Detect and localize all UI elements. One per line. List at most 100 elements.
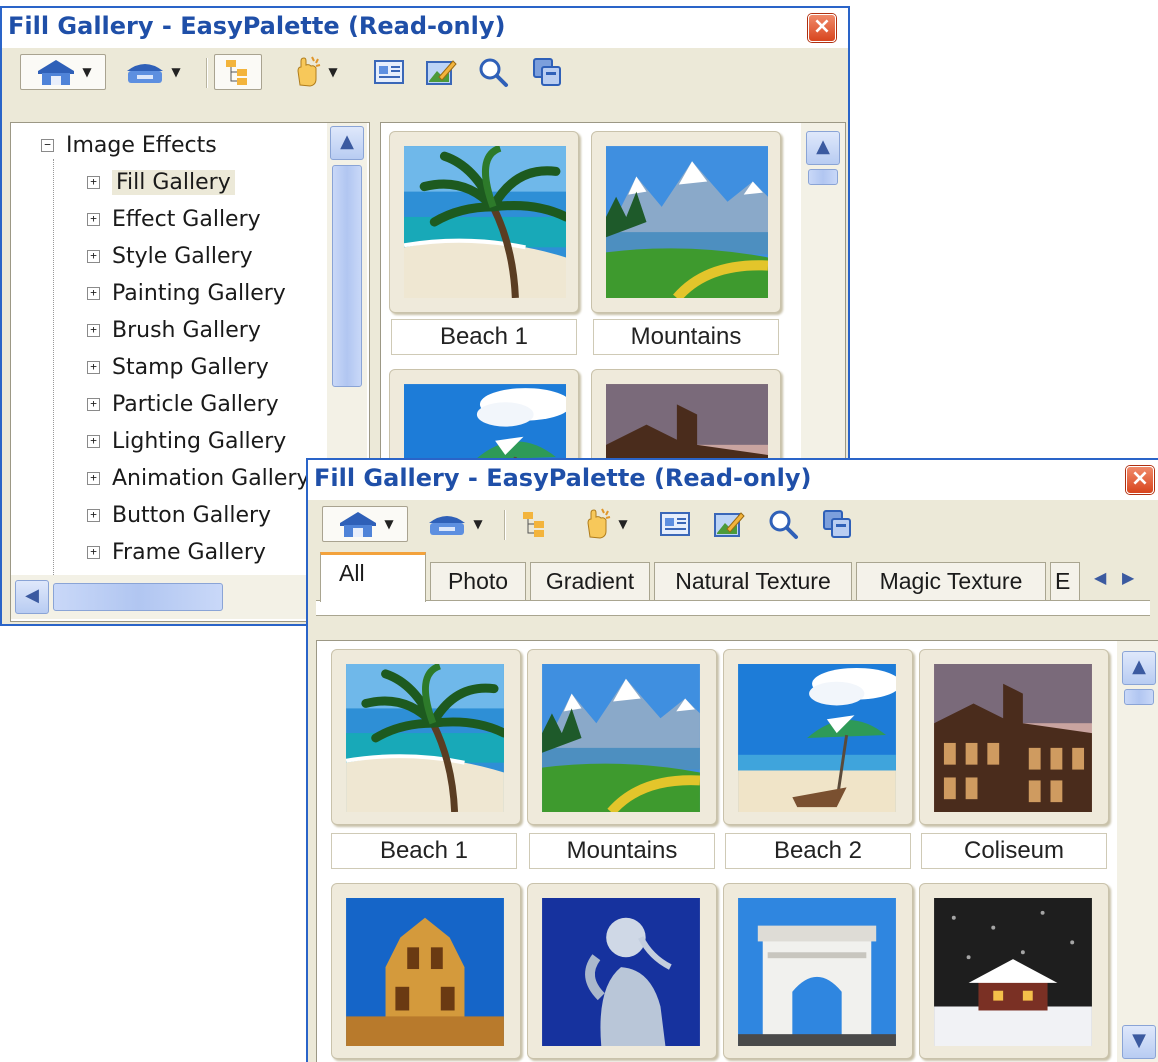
close-button[interactable]: × — [808, 14, 836, 42]
home-icon — [340, 512, 377, 537]
tab-magic-texture[interactable]: Magic Texture — [856, 562, 1046, 600]
edit-image-button[interactable] — [418, 54, 464, 90]
tree-item[interactable]: + Animation Gallery — [87, 466, 310, 491]
thumbnail-item[interactable] — [331, 883, 521, 1059]
thumbnail-caption[interactable]: Beach 1 — [331, 833, 517, 869]
tab-gradient[interactable]: Gradient — [530, 562, 650, 600]
thumbnail-item[interactable] — [591, 131, 781, 313]
home-button[interactable]: ▼ — [322, 506, 408, 542]
tree-item[interactable]: + Style Gallery — [87, 244, 253, 269]
tree-item[interactable]: + Button Gallery — [87, 503, 271, 528]
scroll-thumb[interactable] — [1124, 689, 1154, 705]
window-title: Fill Gallery - EasyPalette (Read-only) — [8, 12, 506, 40]
tab-scroll-right-icon[interactable]: ▶ — [1122, 568, 1134, 587]
separator — [206, 58, 208, 88]
thumbnail-caption[interactable]: Beach 2 — [725, 833, 911, 869]
expand-icon[interactable]: + — [87, 361, 100, 374]
properties-button[interactable] — [652, 506, 698, 542]
expand-icon[interactable]: + — [87, 250, 100, 263]
edit-image-button[interactable] — [706, 506, 752, 542]
close-button[interactable]: × — [1126, 466, 1154, 494]
chevron-down-icon[interactable]: ▼ — [473, 517, 482, 531]
expand-icon[interactable]: + — [87, 324, 100, 337]
tree-view-icon — [523, 512, 544, 537]
thumbnail-caption[interactable]: Mountains — [529, 833, 715, 869]
expand-icon[interactable]: + — [87, 472, 100, 485]
scroll-thumb[interactable] — [53, 583, 223, 611]
category-button[interactable]: ▼ — [414, 506, 494, 542]
tree-item[interactable]: + Fill Gallery — [87, 170, 235, 195]
tab-scroll-left-icon[interactable]: ◀ — [1094, 568, 1106, 587]
thumbnail-image — [346, 898, 504, 1046]
expand-icon[interactable]: + — [87, 213, 100, 226]
chevron-down-icon[interactable]: ▼ — [82, 65, 91, 79]
collapse-icon[interactable]: − — [41, 139, 54, 152]
thumbnail-item[interactable] — [919, 883, 1109, 1059]
thumbnail-image — [738, 898, 896, 1046]
tree-item[interactable]: + Lighting Gallery — [87, 429, 286, 454]
home-button[interactable]: ▼ — [20, 54, 106, 90]
copy-button[interactable] — [814, 506, 860, 542]
tree-item[interactable]: + Particle Gallery — [87, 392, 279, 417]
thumbnail-item[interactable] — [527, 883, 717, 1059]
thumbnail-item[interactable] — [723, 649, 913, 825]
scroll-up-button[interactable]: ▲ — [806, 131, 840, 165]
tab-overflow[interactable]: E — [1050, 562, 1080, 600]
expand-icon[interactable]: + — [87, 176, 100, 189]
expand-icon[interactable]: + — [87, 546, 100, 559]
scroll-left-button[interactable]: ◀ — [15, 580, 49, 614]
tree-view-button[interactable] — [512, 506, 558, 542]
separator — [504, 510, 506, 540]
thumbnail-item[interactable] — [919, 649, 1109, 825]
chevron-down-icon[interactable]: ▼ — [328, 65, 337, 79]
tree-item[interactable]: + Stamp Gallery — [87, 355, 269, 380]
search-button[interactable] — [470, 54, 516, 90]
hand-icon — [297, 56, 321, 87]
thumbnail-caption[interactable]: Beach 1 — [391, 319, 577, 355]
hand-button[interactable]: ▼ — [564, 506, 644, 542]
chevron-down-icon[interactable]: ▼ — [618, 517, 627, 531]
home-icon — [38, 60, 75, 85]
tree-item-label: Lighting Gallery — [112, 429, 287, 454]
expand-icon[interactable]: + — [87, 287, 100, 300]
category-button[interactable]: ▼ — [112, 54, 192, 90]
expand-icon[interactable]: + — [87, 509, 100, 522]
tree-view-icon — [226, 60, 247, 85]
properties-button[interactable] — [366, 54, 412, 90]
tree-item[interactable]: + Effect Gallery — [87, 207, 261, 232]
scroll-up-button[interactable]: ▲ — [1122, 651, 1156, 685]
search-button[interactable] — [760, 506, 806, 542]
copy-button[interactable] — [524, 54, 570, 90]
thumbnail-caption[interactable]: Coliseum — [921, 833, 1107, 869]
search-icon — [479, 58, 508, 87]
expand-icon[interactable]: + — [87, 435, 100, 448]
tree-root[interactable]: − Image Effects — [41, 133, 217, 158]
thumbnail-caption[interactable]: Mountains — [593, 319, 779, 355]
tree-horizontal-scrollbar[interactable]: ◀ — [11, 575, 327, 619]
tab-all[interactable]: All — [320, 552, 426, 602]
thumbnail-item[interactable] — [723, 883, 913, 1059]
expand-icon[interactable]: + — [87, 398, 100, 411]
thumbnail-image — [542, 664, 700, 812]
tab-natural-texture[interactable]: Natural Texture — [654, 562, 852, 600]
scroll-thumb[interactable] — [332, 165, 362, 387]
thumbnail-item[interactable] — [527, 649, 717, 825]
scroll-thumb[interactable] — [808, 169, 838, 185]
tree-item[interactable]: + Painting Gallery — [87, 281, 286, 306]
tab-photo[interactable]: Photo — [430, 562, 526, 600]
tree-item[interactable]: + Brush Gallery — [87, 318, 261, 343]
scroll-down-button[interactable]: ▼ — [1122, 1025, 1156, 1059]
scroll-up-button[interactable]: ▲ — [330, 126, 364, 160]
search-icon — [769, 510, 798, 539]
back-titlebar[interactable]: Fill Gallery - EasyPalette (Read-only) × — [2, 8, 848, 48]
hand-button[interactable]: ▼ — [274, 54, 354, 90]
gallery-vertical-scrollbar[interactable]: ▲ ▼ — [1117, 641, 1158, 1062]
front-titlebar[interactable]: Fill Gallery - EasyPalette (Read-only) × — [308, 460, 1158, 500]
chevron-down-icon[interactable]: ▼ — [384, 517, 393, 531]
thumbnail-item[interactable] — [389, 131, 579, 313]
chevron-down-icon[interactable]: ▼ — [171, 65, 180, 79]
tree-view-button[interactable] — [214, 54, 262, 90]
tree-item[interactable]: + Frame Gallery — [87, 540, 266, 565]
tree-guide-line — [53, 159, 54, 579]
thumbnail-item[interactable] — [331, 649, 521, 825]
